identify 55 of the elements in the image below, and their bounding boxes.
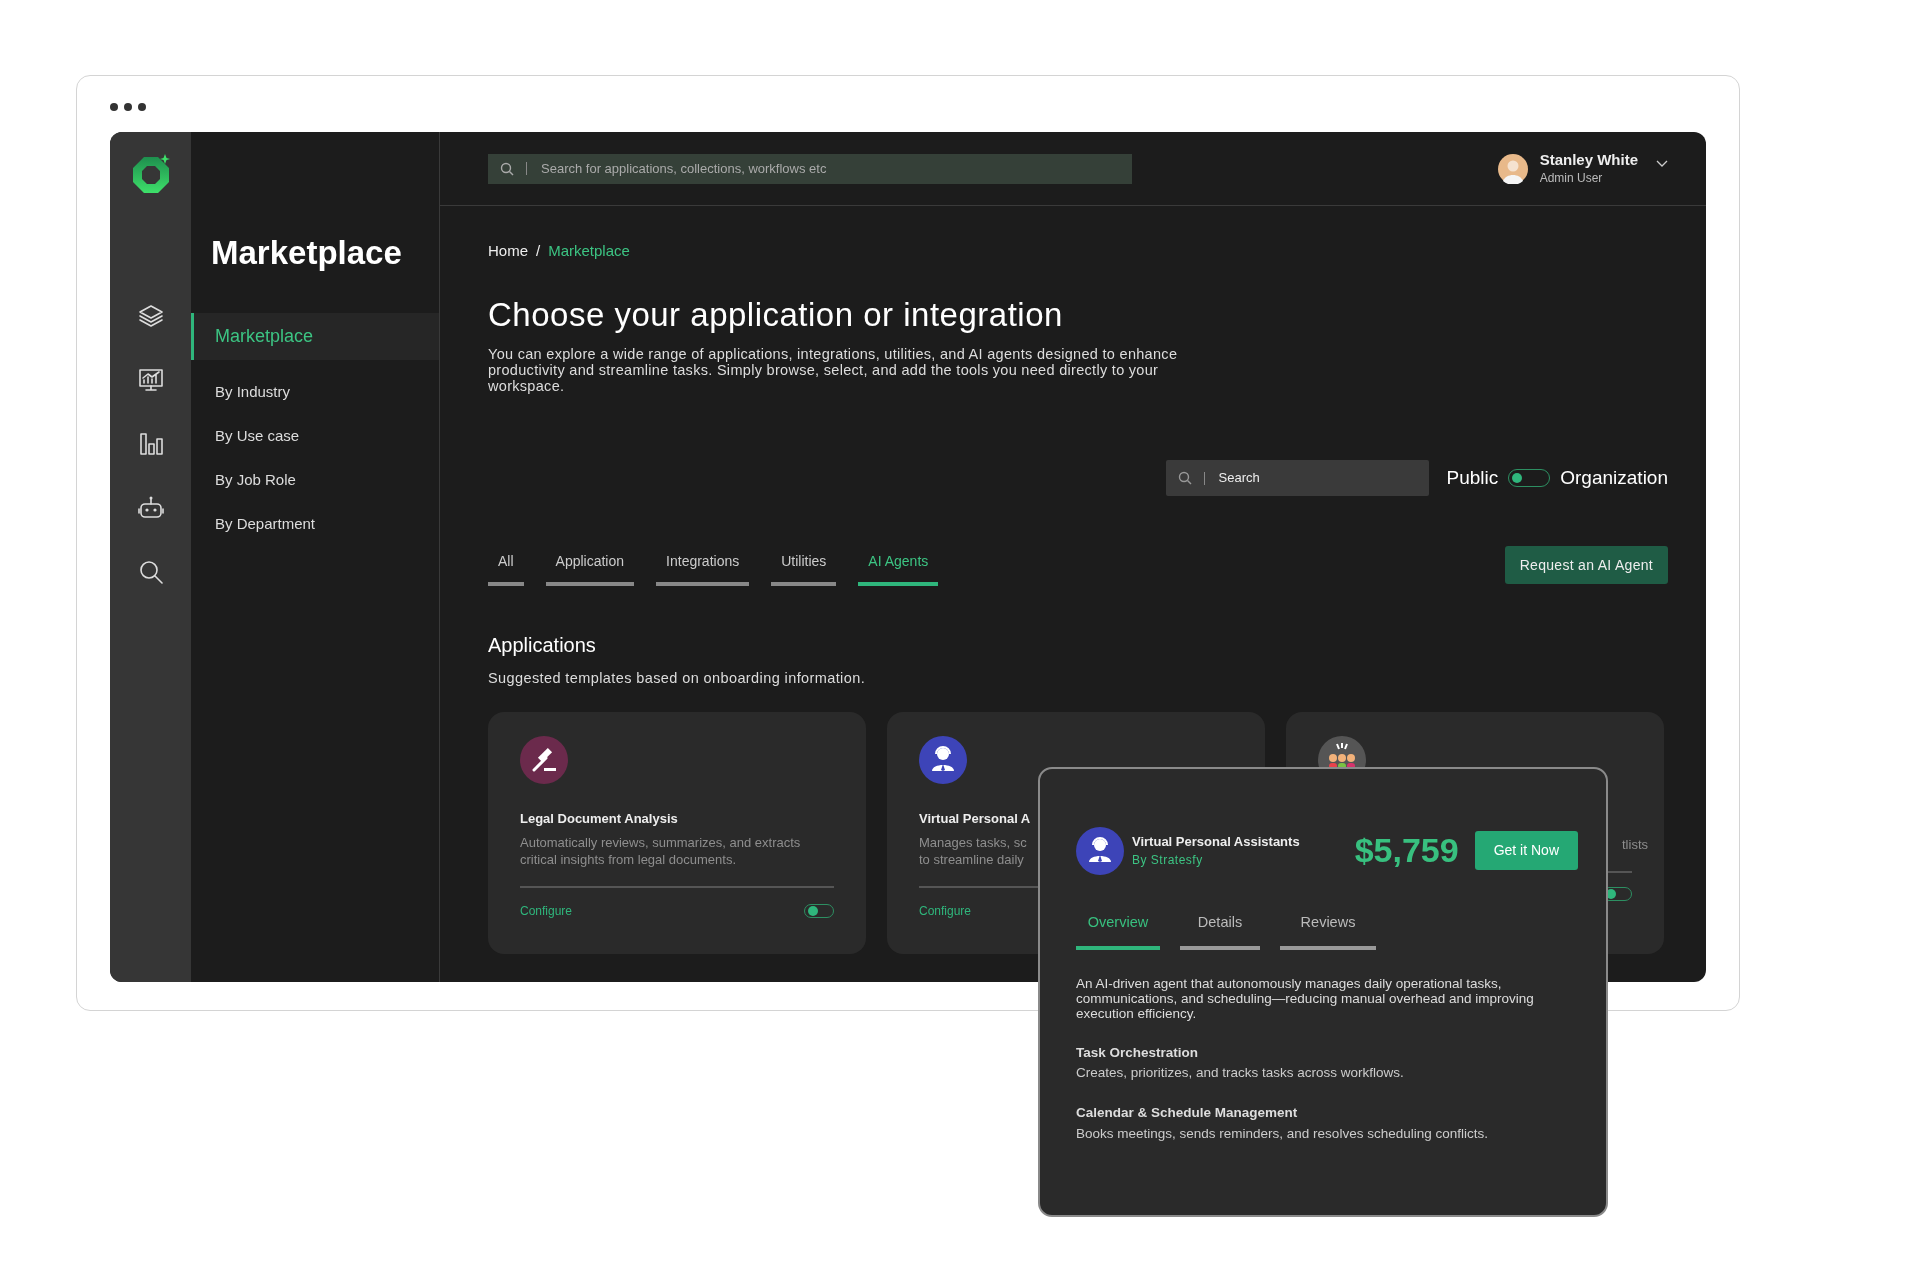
search-icon	[1177, 471, 1192, 486]
intro-text: You can explore a wide range of applications, integrations, utilities, and AI agents designed to enhance productivity and streamline tasks. Simply browse, select, and add the tools you need directly to your workspace.	[488, 346, 1179, 395]
sidebar-item[interactable]: By Department	[191, 501, 439, 546]
configure-link[interactable]: Configure	[919, 902, 972, 921]
category-tab[interactable]: Utilities	[771, 551, 837, 587]
search-field[interactable]: Search	[1216, 467, 1429, 489]
gavel-icon	[520, 735, 568, 784]
category-tab[interactable]: All	[488, 551, 524, 587]
scope-label: Public	[1446, 465, 1499, 490]
breadcrumb-link[interactable]: Marketplace	[548, 240, 630, 263]
price-text: $5,759	[1354, 830, 1459, 871]
window-dots-icon	[110, 103, 146, 111]
headset-person-icon	[1076, 826, 1124, 875]
search-bar[interactable]: Search for applications, collections, workflows etc	[488, 153, 1132, 184]
chevron-down-icon[interactable]	[1656, 159, 1668, 168]
product-description: An AI-driven agent that autonomously manages daily operational tasks, communications, and scheduling—reducing manual overhead and improving execution efficiency.	[1076, 975, 1535, 1021]
search-bar[interactable]: Search	[1165, 460, 1429, 497]
vendor-name: By Stratesfy	[1132, 852, 1204, 870]
category-tab[interactable]: AI Agents	[858, 551, 939, 587]
section-title: Applications	[488, 633, 597, 659]
search-icon	[500, 161, 514, 176]
feature-title: Calendar & Schedule Management	[1076, 1104, 1299, 1123]
product-title: Virtual Personal Assistants	[1132, 832, 1301, 851]
avatar	[1497, 153, 1528, 184]
card-title: Legal Document Analysis	[520, 809, 678, 828]
detail-tab[interactable]: Overview	[1076, 912, 1160, 950]
user-name: Stanley White	[1539, 150, 1638, 169]
card-description: tlists	[1622, 835, 1648, 853]
sidebar-item[interactable]: Marketplace	[191, 312, 439, 360]
layers-icon[interactable]	[136, 302, 165, 330]
section-subtitle: Suggested templates based on onboarding information.	[488, 669, 867, 689]
category-tab[interactable]: Integrations	[656, 551, 750, 587]
user-role: Admin User	[1539, 169, 1604, 187]
headset-person-icon	[919, 735, 967, 784]
detail-tab[interactable]: Reviews	[1280, 912, 1376, 950]
request-agent-button[interactable]: Request an AI Agent	[1504, 546, 1668, 585]
detail-tab[interactable]: Details	[1180, 912, 1260, 950]
sidebar-item[interactable]: By Industry	[191, 369, 439, 414]
card-description: Manages tasks, sc to streamline daily	[919, 834, 1027, 869]
sidebar-item[interactable]: By Use case	[191, 413, 439, 458]
feature-text: Creates, prioritizes, and tracks tasks across workflows.	[1076, 1064, 1405, 1082]
category-tab[interactable]: Application	[545, 551, 635, 587]
app-title: Marketplace	[211, 233, 403, 273]
card-title: Virtual Personal A	[919, 809, 1031, 828]
scope-label: Organization	[1560, 465, 1668, 490]
sidebar-item[interactable]: By Job Role	[191, 457, 439, 502]
search-field[interactable]: Search for applications, collections, workflows etc	[539, 157, 1132, 180]
feature-title: Task Orchestration	[1076, 1043, 1200, 1062]
card-description: Automatically reviews, summarizes, and extracts critical insights from legal documents.	[520, 834, 801, 869]
breadcrumb-separator: /	[536, 241, 541, 261]
page-heading: Choose your application or integration	[488, 294, 1064, 335]
feature-text: Books meetings, sends reminders, and resolves scheduling conflicts.	[1076, 1124, 1489, 1143]
breadcrumb-link[interactable]: Home	[488, 240, 528, 263]
monitor-chart-icon[interactable]	[136, 366, 165, 394]
configure-link[interactable]: Configure	[520, 902, 573, 921]
